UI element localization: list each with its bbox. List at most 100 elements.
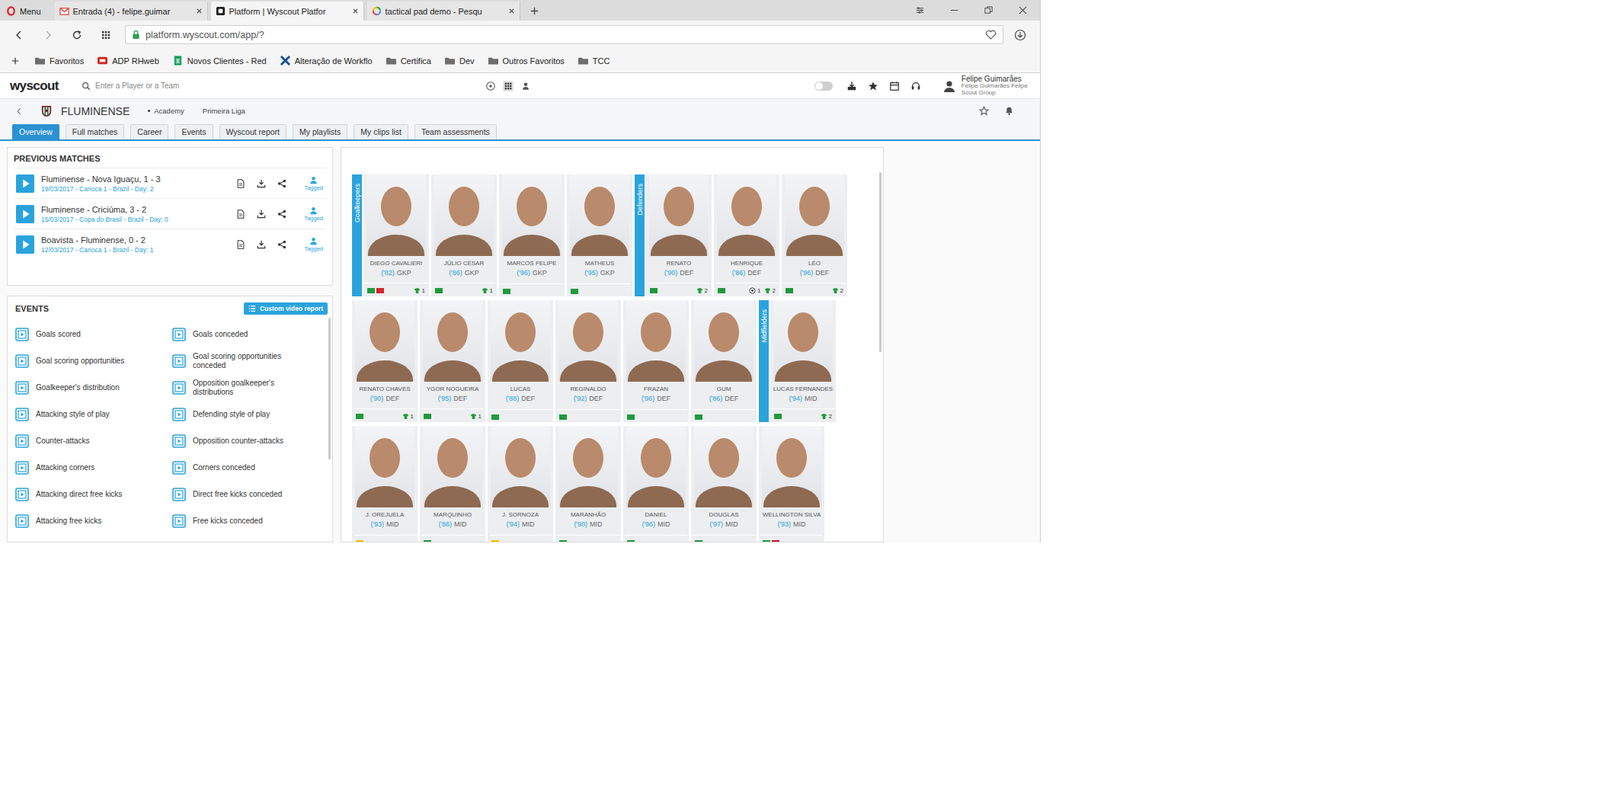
player-card[interactable]: JÚLIO CÉSAR('86)GKP1 [431, 174, 497, 297]
add-bookmark-icon[interactable] [10, 56, 20, 66]
report-icon[interactable] [236, 209, 246, 219]
event-item[interactable]: Direct free kicks conceded [172, 480, 322, 508]
event-item[interactable]: Defending style of play [172, 400, 322, 428]
team-tab[interactable]: Team assessments [414, 124, 497, 140]
easy-setup-icon[interactable] [902, 5, 938, 16]
download-icon[interactable] [256, 179, 266, 189]
team-league[interactable]: Primeira Liga [202, 106, 246, 116]
team-tab[interactable]: Overview [12, 124, 60, 140]
player-card[interactable]: LÉO('96)DEF2 [781, 174, 848, 297]
team-tab[interactable]: Full matches [65, 124, 125, 140]
player-card[interactable]: MATHEUS('95)GKP [566, 174, 633, 297]
browser-tab[interactable]: Platform | Wyscout Platfor [211, 1, 365, 21]
player-card[interactable]: RENATO('90)DEF2 [646, 174, 712, 297]
event-item[interactable]: Goalkeeper's distribution [15, 374, 173, 401]
downloads-icon[interactable] [846, 80, 858, 92]
player-card[interactable]: MARCOS FELIPE('96)GKP [499, 174, 565, 297]
player-card[interactable]: MARQUINHO('86)MID [419, 425, 486, 543]
download-icon[interactable] [1006, 28, 1034, 42]
close-window-icon[interactable] [1005, 5, 1040, 16]
share-icon[interactable] [277, 179, 287, 189]
event-item[interactable]: Attacking direct free kicks [15, 480, 173, 508]
player-card[interactable]: FRAZAN('96)DEF [623, 300, 689, 423]
share-icon[interactable] [277, 209, 287, 219]
tagged-button[interactable]: Tagged [304, 236, 324, 253]
match-row[interactable]: Boavista - Fluminense, 0 - 212/03/2017 -… [13, 228, 327, 260]
player-card[interactable]: HENRIQUE('86)DEF12 [713, 174, 780, 297]
browser-tab[interactable]: Menu [0, 1, 48, 21]
events-scrollbar[interactable] [328, 317, 331, 460]
close-tab-icon[interactable] [508, 7, 516, 15]
event-item[interactable]: Attacking free kicks [15, 507, 173, 535]
player-card[interactable]: DIEGO CAVALIERI('82)GKP1 [363, 174, 429, 297]
bookmark[interactable]: Certifica [385, 55, 432, 66]
bookmark[interactable]: Novos Clientes - Red [172, 55, 267, 66]
reload-icon[interactable] [64, 29, 90, 41]
event-item[interactable]: Corners conceded [172, 454, 322, 481]
player-card[interactable]: DANIEL('96)MID [623, 425, 689, 543]
bookmark[interactable]: TCC [577, 55, 611, 66]
player-card[interactable]: MARANHÃO('90)MID [555, 425, 621, 543]
bookmark[interactable]: Outros Favoritos [487, 55, 565, 66]
mode-toggle[interactable] [814, 81, 833, 91]
compass-icon[interactable] [485, 80, 496, 92]
bookmark[interactable]: Alteração de Workflo [279, 55, 373, 66]
bookmark[interactable]: ADP RHweb [96, 55, 160, 66]
player-card[interactable]: REGINALDO('92)DEF [555, 300, 621, 423]
user-menu[interactable]: Felipe GuimarãesFelipe Guimarães FelipeS… [942, 74, 1028, 97]
player-card[interactable]: RENATO CHAVES('90)DEF1 [352, 300, 418, 423]
close-tab-icon[interactable] [195, 7, 203, 15]
player-card[interactable]: LUCAS('88)DEF [487, 300, 554, 423]
download-icon[interactable] [256, 209, 266, 219]
favorite-star-icon[interactable] [979, 105, 989, 116]
event-item[interactable]: Goal scoring opportunities [15, 347, 173, 375]
report-icon[interactable] [236, 240, 246, 250]
event-item[interactable]: Opposition goalkeeper's distributions [172, 374, 322, 401]
download-icon[interactable] [256, 240, 266, 250]
play-icon[interactable] [16, 235, 35, 254]
wyscout-logo[interactable]: wyscout [0, 78, 82, 94]
support-icon[interactable] [910, 80, 922, 92]
player-card[interactable]: J. OREJUELA('93)MID [352, 425, 418, 543]
team-tab[interactable]: Events [174, 124, 213, 140]
player-card[interactable]: GUM('86)DEF [691, 300, 757, 423]
match-row[interactable]: Fluminense - Criciúma, 3 - 215/03/2017 -… [13, 198, 327, 229]
event-item[interactable]: Goal scoring opportunities conceded [172, 347, 322, 375]
player-card[interactable]: WELLINGTON SILVA('93)MID [758, 425, 825, 543]
tagged-button[interactable]: Tagged [304, 176, 324, 192]
calendar-icon[interactable] [889, 80, 900, 92]
tagged-button[interactable]: Tagged [304, 206, 324, 222]
bookmark[interactable]: Dev [444, 55, 475, 66]
restore-icon[interactable] [971, 5, 1006, 16]
browser-tab[interactable]: tactical pad demo - Pesqu [367, 1, 521, 21]
team-tab[interactable]: Career [130, 124, 169, 140]
event-item[interactable]: Attacking corners [15, 454, 173, 481]
team-category[interactable]: Academy [147, 106, 185, 116]
new-tab-icon[interactable] [529, 6, 540, 16]
close-tab-icon[interactable] [352, 7, 359, 15]
minimize-icon[interactable] [937, 5, 972, 16]
back-icon[interactable] [6, 29, 32, 41]
team-tab[interactable]: My playlists [292, 124, 348, 140]
custom-video-report-button[interactable]: Custom video report [243, 302, 328, 315]
bell-icon[interactable] [1004, 105, 1015, 116]
search-field[interactable]: Enter a Player or a Team [81, 81, 486, 91]
heart-icon[interactable] [985, 29, 997, 40]
play-icon[interactable] [16, 204, 35, 224]
address-field[interactable]: platform.wyscout.com/app/? [124, 25, 1004, 45]
player-card[interactable]: DOUGLAS('97)MID [691, 425, 757, 543]
squad-scrollbar[interactable] [879, 172, 882, 352]
browser-tab[interactable]: Entrada (4) - felipe.guimar [54, 1, 208, 21]
team-tab[interactable]: My clips list [353, 124, 409, 140]
play-icon[interactable] [16, 174, 35, 193]
event-item[interactable]: Counter-attacks [15, 427, 173, 455]
player-card[interactable]: LUCAS FERNANDES('94)MID2 [770, 300, 836, 423]
report-icon[interactable] [236, 179, 246, 189]
event-item[interactable]: Goals conceded [172, 320, 322, 348]
bookmark[interactable]: Favoritos [34, 55, 84, 66]
apps-icon[interactable] [502, 80, 514, 92]
back-icon[interactable] [15, 107, 23, 116]
speed-dial-icon[interactable] [92, 29, 119, 41]
player-card[interactable]: YGOR NOGUEIRA('95)DEF1 [419, 300, 486, 423]
share-icon[interactable] [277, 240, 287, 250]
